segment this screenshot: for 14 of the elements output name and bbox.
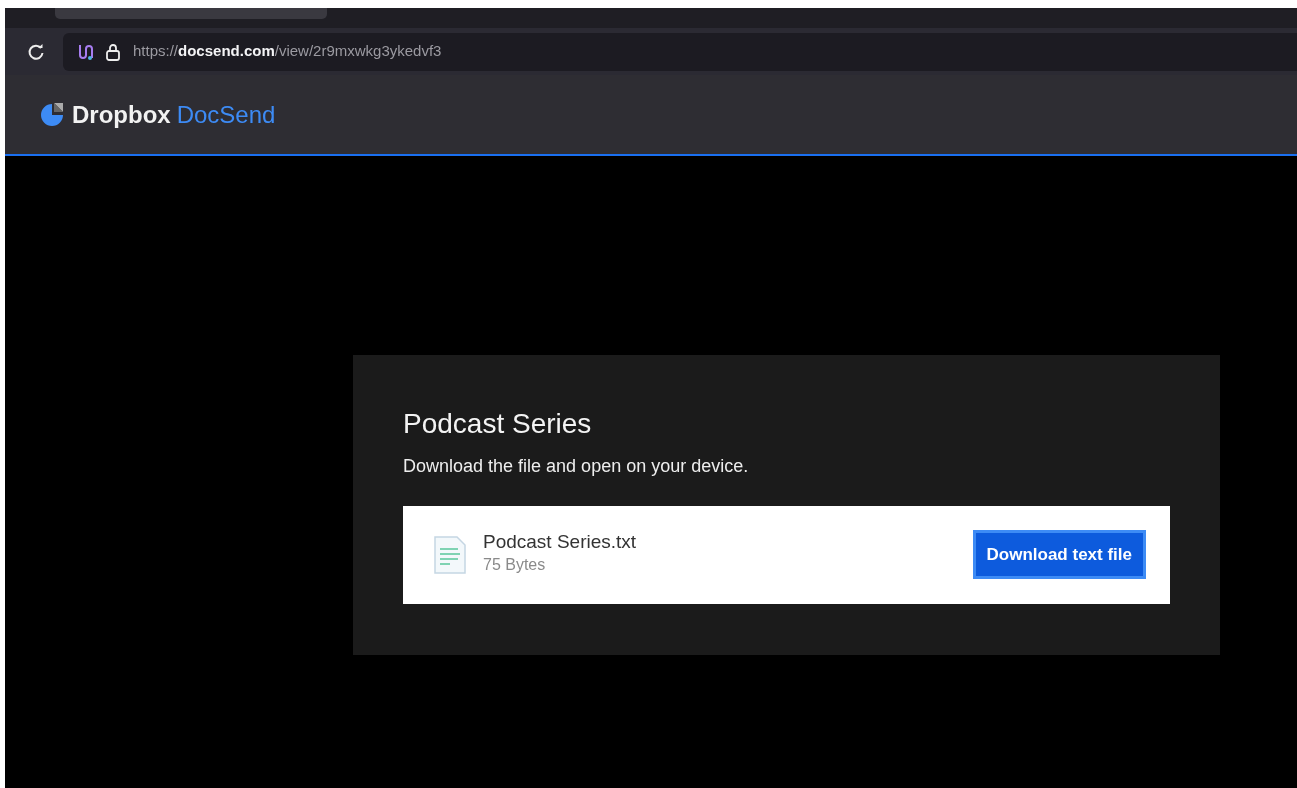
brand-name: Dropbox	[72, 99, 171, 130]
product-name: DocSend	[176, 99, 276, 130]
logo-icon	[40, 102, 64, 127]
document-title: Podcast Series	[403, 407, 593, 441]
instruction-text: Download the file and open on your device.	[403, 454, 750, 478]
path-icon	[77, 42, 93, 61]
text-file-icon	[433, 534, 467, 575]
reload-icon[interactable]	[27, 42, 45, 61]
download-button[interactable]: Download text file	[972, 529, 1146, 580]
file-size: 75 Bytes	[483, 555, 547, 576]
file-name: Podcast Series.txt	[483, 532, 638, 554]
url-text: https://docsend.com/view/2r9mxwkg3ykedvf3	[133, 41, 442, 62]
address-bar[interactable]: https://docsend.com/view/2r9mxwkg3ykedvf3	[63, 32, 1297, 71]
lock-icon	[105, 42, 121, 61]
